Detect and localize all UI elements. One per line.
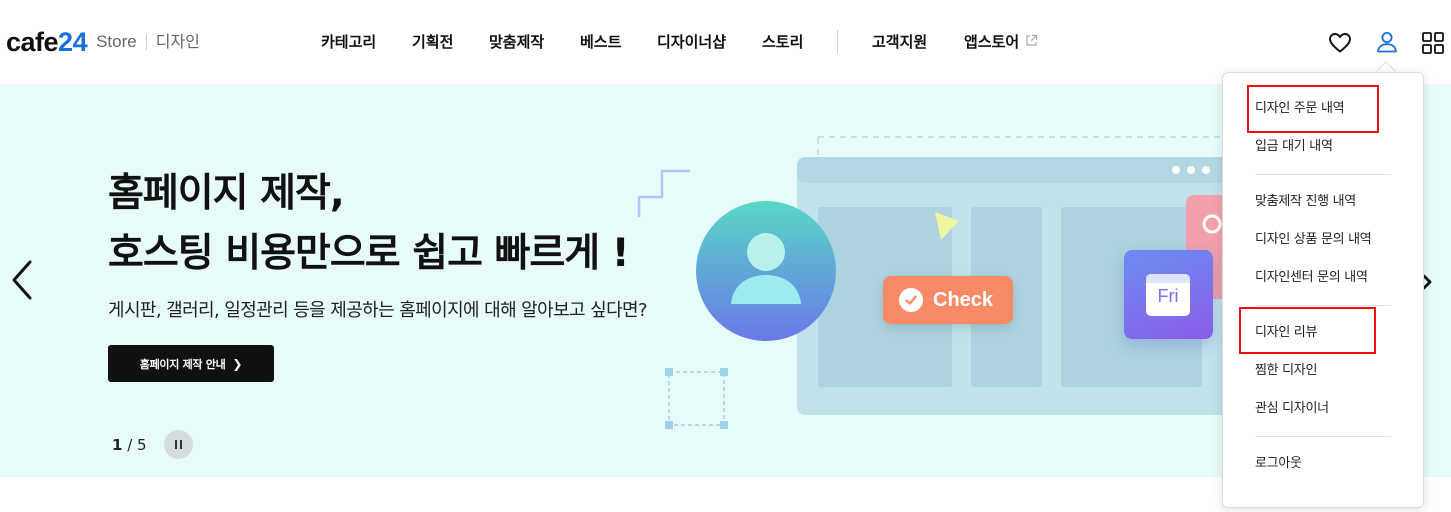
check-badge: Check bbox=[883, 276, 1013, 324]
pause-button[interactable] bbox=[164, 430, 193, 459]
menu-item-liked-designs[interactable]: 찜한 디자인 bbox=[1255, 362, 1317, 380]
logo-divider bbox=[145, 34, 147, 50]
menu-item-logout[interactable]: 로그아웃 bbox=[1255, 455, 1302, 473]
gnb-divider bbox=[837, 30, 838, 54]
gnb-item-exhibition[interactable]: 기획전 bbox=[412, 31, 453, 53]
check-label: Check bbox=[933, 288, 994, 311]
hero-title-line1: 홈페이지 제작, bbox=[108, 171, 345, 216]
chevron-right-icon: ❯ bbox=[232, 356, 243, 371]
menu-item-center-inquiries[interactable]: 디자인센터 문의 내역 bbox=[1255, 269, 1368, 287]
logo-section-label: 디자인 bbox=[155, 32, 200, 51]
highlight-box bbox=[1239, 307, 1376, 354]
pager-total: / 5 bbox=[127, 436, 147, 454]
external-link-icon bbox=[1026, 34, 1038, 46]
checkmark-icon bbox=[899, 288, 923, 312]
menu-divider bbox=[1255, 174, 1391, 175]
gnb-item-designer-shop[interactable]: 디자이너샵 bbox=[657, 31, 726, 53]
grid-menu-icon[interactable] bbox=[1421, 31, 1445, 55]
logo-wordmark: cafe24 bbox=[6, 27, 88, 57]
calendar-icon: Fri bbox=[1124, 250, 1213, 339]
calendar-label: Fri bbox=[1157, 286, 1179, 306]
user-icon[interactable] bbox=[1375, 30, 1399, 54]
homepage-guide-button[interactable]: 홈페이지 제작 안내 ❯ bbox=[108, 345, 274, 382]
gnb-item-best[interactable]: 베스트 bbox=[580, 31, 621, 53]
gnb-item-story[interactable]: 스토리 bbox=[762, 31, 803, 53]
pager-current: 1 bbox=[112, 436, 123, 454]
menu-divider bbox=[1255, 305, 1391, 306]
highlight-box bbox=[1247, 85, 1379, 133]
gnb-item-support[interactable]: 고객지원 bbox=[872, 31, 927, 53]
homepage-guide-button-label: 홈페이지 제작 안내 bbox=[139, 357, 226, 371]
gnb-item-custom[interactable]: 맞춤제작 bbox=[489, 31, 544, 53]
hero-title: 홈페이지 제작, 호스팅 비용만으로 쉽고 빠르게 ! bbox=[108, 164, 630, 284]
gnb-item-category[interactable]: 카테고리 bbox=[321, 31, 376, 53]
hero-subtitle: 게시판, 갤러리, 일정관리 등을 제공하는 홈페이지에 대해 알아보고 싶다면… bbox=[108, 300, 648, 321]
cafe24-logo[interactable]: cafe24 Store 디자인 bbox=[6, 28, 200, 56]
logo-store-label: Store bbox=[96, 32, 137, 51]
menu-divider bbox=[1255, 436, 1391, 437]
gnb-item-appstore[interactable]: 앱스토어 bbox=[964, 31, 1038, 53]
hero-title-line2: 호스팅 비용만으로 쉽고 빠르게 ! bbox=[108, 231, 630, 276]
menu-item-favorite-designers[interactable]: 관심 디자이너 bbox=[1255, 400, 1329, 418]
slide-pager: 1 / 5 bbox=[112, 436, 147, 454]
menu-item-product-inquiries[interactable]: 디자인 상품 문의 내역 bbox=[1255, 231, 1372, 249]
menu-item-pending-payment[interactable]: 입금 대기 내역 bbox=[1255, 138, 1333, 156]
heart-icon[interactable] bbox=[1328, 31, 1352, 55]
slide-prev-arrow-icon[interactable] bbox=[8, 258, 38, 302]
menu-item-custom-progress[interactable]: 맞춤제작 진행 내역 bbox=[1255, 193, 1356, 211]
